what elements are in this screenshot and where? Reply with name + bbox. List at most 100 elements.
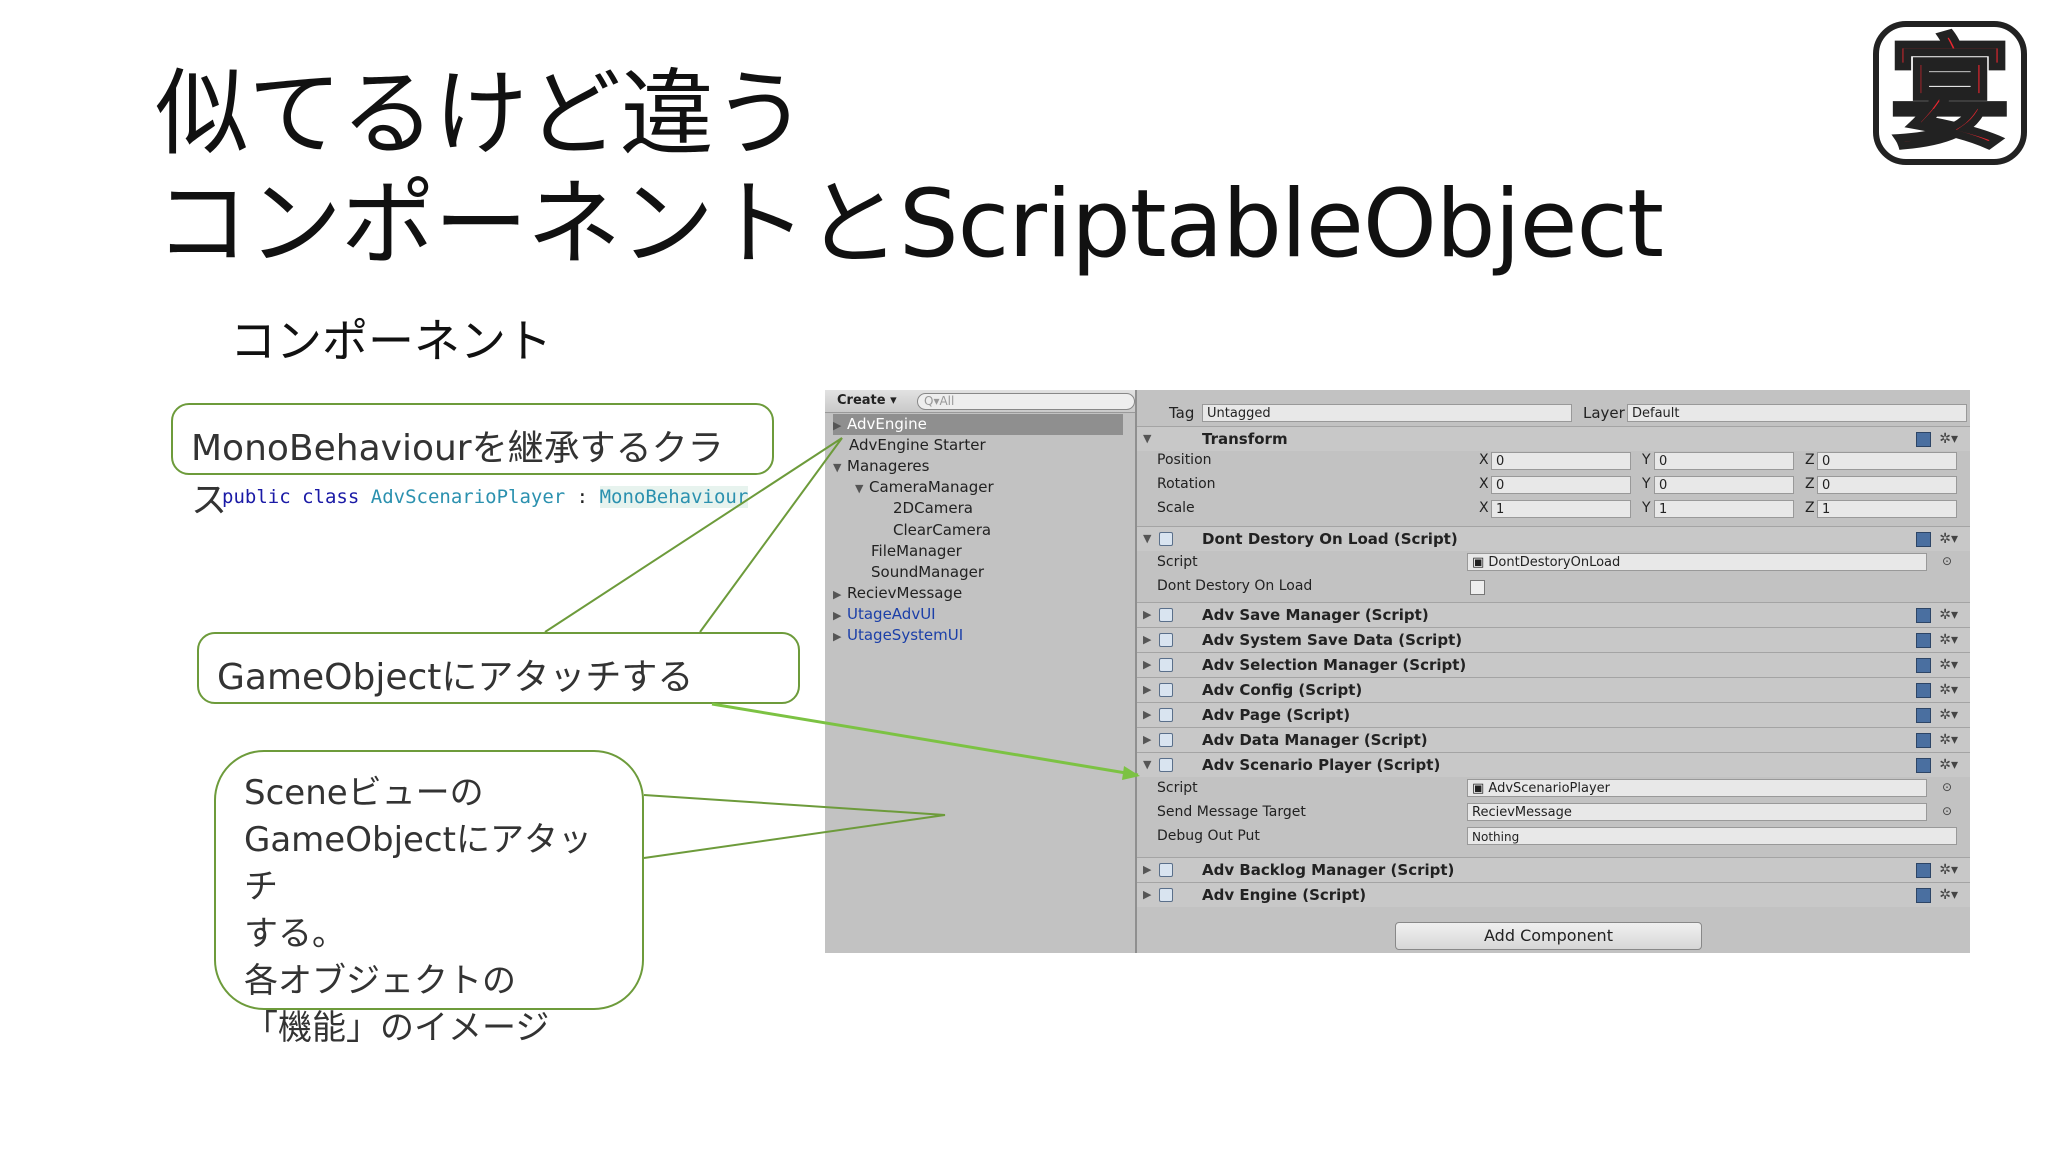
component-name: Adv Data Manager (Script) xyxy=(1202,731,1428,749)
layer-label: Layer xyxy=(1583,404,1625,422)
send-message-label: Send Message Target xyxy=(1157,804,1306,820)
component-name: Adv Save Manager (Script) xyxy=(1202,606,1429,624)
hierarchy-item-cameramanager[interactable]: ▼ CameraManager xyxy=(855,477,994,498)
code-base-class: MonoBehaviour xyxy=(599,486,749,508)
create-button[interactable]: Create ▾ xyxy=(837,393,897,408)
component-header-save-manager[interactable]: ▶ Adv Save Manager (Script) ✲▾ xyxy=(1137,602,1970,627)
axis-x-label: X xyxy=(1479,452,1489,468)
object-picker-icon[interactable]: ⊙ xyxy=(1942,780,1952,794)
tag-dropdown[interactable]: Untagged xyxy=(1202,404,1572,422)
component-tools-icon[interactable]: ✲▾ xyxy=(1916,728,1958,752)
component-header-dont-destroy[interactable]: ▼ Dont Destory On Load (Script) ✲▾ xyxy=(1137,526,1970,551)
hierarchy-item-advengine[interactable]: ▶ AdvEngine xyxy=(833,414,1123,435)
component-header-selection-manager[interactable]: ▶ Adv Selection Manager (Script) ✲▾ xyxy=(1137,652,1970,677)
callout-scene-line: する。 xyxy=(244,914,346,954)
object-picker-icon[interactable]: ⊙ xyxy=(1942,804,1952,818)
axis-z-label: Z xyxy=(1805,500,1815,516)
callout-attach-text: GameObjectにアタッチする xyxy=(217,657,694,698)
component-header-config[interactable]: ▶ Adv Config (Script) ✲▾ xyxy=(1137,677,1970,702)
component-name: Dont Destory On Load (Script) xyxy=(1202,530,1458,548)
hierarchy-item-filemanager[interactable]: FileManager xyxy=(871,541,962,562)
hierarchy-panel: Create ▾ Q▾All ▶ AdvEngine AdvEngine Star… xyxy=(825,390,1137,953)
component-header-adv-engine[interactable]: ▶ Adv Engine (Script) ✲▾ xyxy=(1137,882,1970,907)
scale-z-field[interactable]: 1 xyxy=(1817,500,1957,518)
hierarchy-item-clearcamera[interactable]: ClearCamera xyxy=(893,520,991,541)
debug-out-dropdown[interactable]: Nothing xyxy=(1467,827,1957,845)
scale-x-field[interactable]: 1 xyxy=(1491,500,1631,518)
callout-scene-line: 各オブジェクトの xyxy=(244,961,516,1001)
rotation-label: Rotation xyxy=(1157,476,1216,492)
component-tools-icon[interactable]: ✲▾ xyxy=(1916,703,1958,727)
code-keyword-public: public xyxy=(222,486,291,508)
object-picker-icon[interactable]: ⊙ xyxy=(1942,554,1952,568)
component-tools-icon[interactable]: ✲▾ xyxy=(1916,527,1958,551)
component-tools-icon[interactable]: ✲▾ xyxy=(1916,883,1958,907)
slide: 似てるけど違う コンポーネントとScriptableObject コンポーネント… xyxy=(0,0,2048,1152)
component-header-scenario-player[interactable]: ▼ Adv Scenario Player (Script) ✲▾ xyxy=(1137,752,1970,777)
component-header-page[interactable]: ▶ Adv Page (Script) ✲▾ xyxy=(1137,702,1970,727)
component-name: Transform xyxy=(1202,430,1288,448)
axis-y-label: Y xyxy=(1642,500,1651,516)
axis-z-label: Z xyxy=(1805,476,1815,492)
scale-y-field[interactable]: 1 xyxy=(1654,500,1794,518)
dont-destroy-checkbox[interactable] xyxy=(1470,580,1485,595)
component-header-data-manager[interactable]: ▶ Adv Data Manager (Script) ✲▾ xyxy=(1137,727,1970,752)
component-tools-icon[interactable]: ✲▾ xyxy=(1916,653,1958,677)
scale-label: Scale xyxy=(1157,500,1195,516)
component-header-backlog-manager[interactable]: ▶ Adv Backlog Manager (Script) ✲▾ xyxy=(1137,857,1970,882)
hierarchy-item-utagesystemui[interactable]: ▶ UtageSystemUI xyxy=(833,625,963,646)
component-header-transform[interactable]: ▼ Transform ✲▾ xyxy=(1137,426,1970,451)
code-classname: AdvScenarioPlayer xyxy=(370,486,566,508)
layer-dropdown[interactable]: Default xyxy=(1627,404,1967,422)
rotation-x-field[interactable]: 0 xyxy=(1491,476,1631,494)
hierarchy-item-utageadvui[interactable]: ▶ UtageAdvUI xyxy=(833,604,936,625)
tag-layer-row: Tag Untagged Layer Default xyxy=(1137,402,1970,424)
component-name: Adv Selection Manager (Script) xyxy=(1202,656,1467,674)
script-field-dontdestroy[interactable]: ▣ DontDestoryOnLoad xyxy=(1467,553,1927,571)
code-colon: : xyxy=(576,486,589,508)
rotation-y-field[interactable]: 0 xyxy=(1654,476,1794,494)
rotation-z-field[interactable]: 0 xyxy=(1817,476,1957,494)
callout-scene-line: GameObjectにアタッチ xyxy=(244,820,592,907)
callout-scene-line: 「機能」のイメージ xyxy=(244,1008,550,1048)
tag-label: Tag xyxy=(1169,404,1195,422)
callout-attach: GameObjectにアタッチする xyxy=(197,632,800,704)
component-tools-icon[interactable]: ✲▾ xyxy=(1916,858,1958,882)
callout-scene-line: Sceneビューの xyxy=(244,773,484,813)
axis-y-label: Y xyxy=(1642,452,1651,468)
hierarchy-item-2dcamera[interactable]: 2DCamera xyxy=(893,498,973,519)
component-header-system-save-data[interactable]: ▶ Adv System Save Data (Script) ✲▾ xyxy=(1137,627,1970,652)
hierarchy-search-input[interactable]: Q▾All xyxy=(917,393,1135,410)
callout-scene-view: Sceneビューの GameObjectにアタッチ する。 各オブジェクトの 「… xyxy=(214,750,644,1048)
position-z-field[interactable]: 0 xyxy=(1817,452,1957,470)
send-message-field[interactable]: RecievMessage xyxy=(1467,803,1927,821)
component-tools-icon[interactable]: ✲▾ xyxy=(1916,753,1958,777)
component-name: Adv Page (Script) xyxy=(1202,706,1351,724)
script-label: Script xyxy=(1157,780,1198,796)
hierarchy-item-manageres[interactable]: ▼ Manageres xyxy=(833,456,929,477)
callout-monobehaviour: MonoBehaviourを継承するクラス xyxy=(171,403,774,521)
hierarchy-item-recievmessage[interactable]: ▶ RecievMessage xyxy=(833,583,962,604)
component-tools-icon[interactable]: ✲▾ xyxy=(1916,678,1958,702)
axis-x-label: X xyxy=(1479,500,1489,516)
component-name: Adv Scenario Player (Script) xyxy=(1202,756,1441,774)
slide-title-line1: 似てるけど違う xyxy=(155,60,807,169)
axis-y-label: Y xyxy=(1642,476,1651,492)
component-name: Adv Backlog Manager (Script) xyxy=(1202,861,1455,879)
component-tools-icon[interactable]: ✲▾ xyxy=(1916,628,1958,652)
unity-editor-screenshot: Create ▾ Q▾All ▶ AdvEngine AdvEngine Star… xyxy=(825,390,1970,953)
script-label: Script xyxy=(1157,554,1198,570)
component-name: Adv Config (Script) xyxy=(1202,681,1363,699)
inspector-panel: Tag Untagged Layer Default ▼ Transform ✲▾… xyxy=(1137,390,1970,953)
position-x-field[interactable]: 0 xyxy=(1491,452,1631,470)
hierarchy-item-advengine-starter[interactable]: AdvEngine Starter xyxy=(849,435,986,456)
position-y-field[interactable]: 0 xyxy=(1654,452,1794,470)
component-tools-icon[interactable]: ✲▾ xyxy=(1916,603,1958,627)
script-field-scenario[interactable]: ▣ AdvScenarioPlayer xyxy=(1467,779,1927,797)
slide-subtitle: コンポーネント xyxy=(230,314,552,368)
position-label: Position xyxy=(1157,452,1212,468)
add-component-button[interactable]: Add Component xyxy=(1395,922,1702,950)
hierarchy-item-soundmanager[interactable]: SoundManager xyxy=(871,562,984,583)
debug-out-label: Debug Out Put xyxy=(1157,828,1260,844)
component-tools-icon[interactable]: ✲▾ xyxy=(1916,427,1958,451)
